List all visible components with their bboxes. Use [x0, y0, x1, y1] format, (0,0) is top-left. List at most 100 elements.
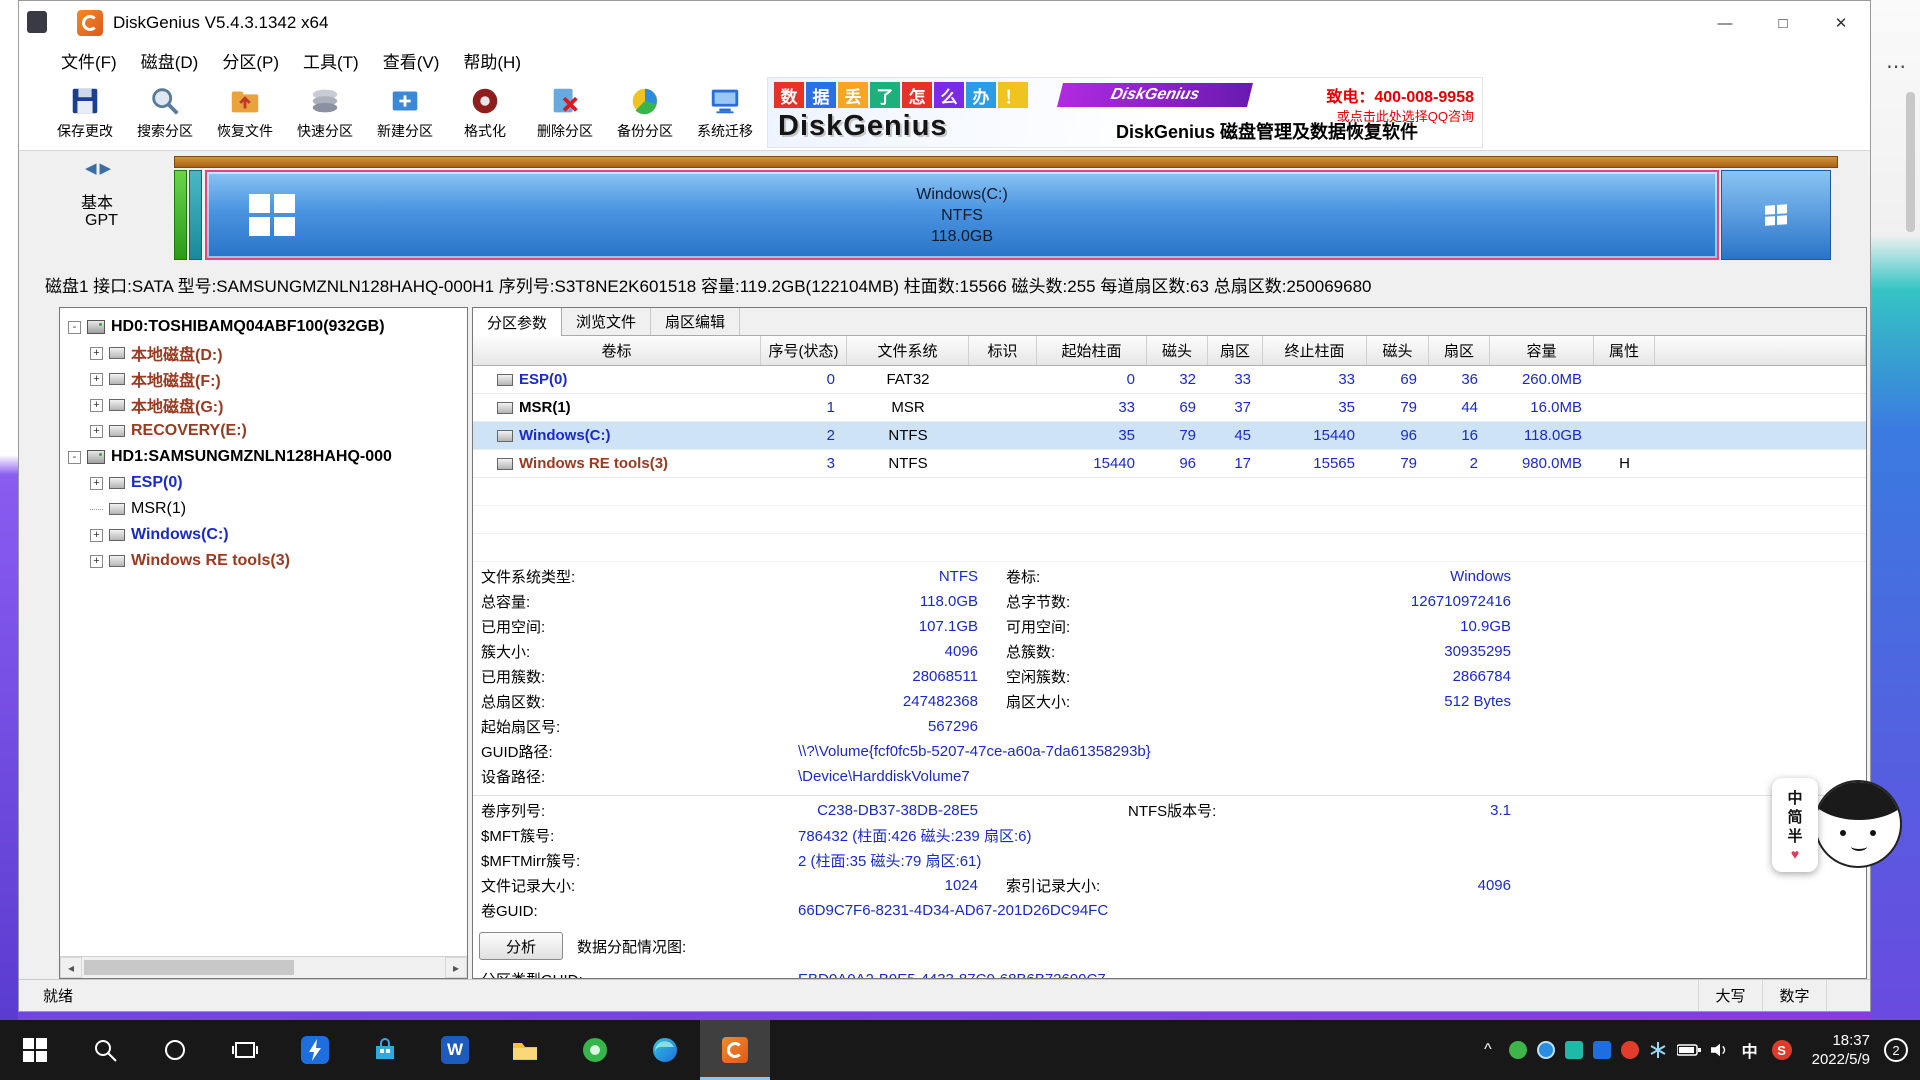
expand-icon[interactable]: +	[90, 399, 103, 412]
scroll-right-icon[interactable]: ▸	[445, 957, 467, 978]
backup-partition-button[interactable]: 备份分区	[605, 78, 685, 148]
tree-item-msr[interactable]: MSR(1)	[60, 496, 467, 522]
disk-map: ◀▶ 基本 GPT Windows(C:) NTFS 118.0GB	[19, 151, 1870, 268]
scrollbar-thumb[interactable]	[84, 960, 294, 975]
table-header: 卷标 序号(状态) 文件系统 标识 起始柱面 磁头 扇区 终止柱面 磁头 扇区 …	[473, 336, 1866, 366]
tree-item-local-g[interactable]: + 本地磁盘(G:)	[60, 392, 467, 418]
taskbar: W ^ 中 S 18:37 2022/5/9	[0, 1020, 1920, 1080]
tree-item-local-f[interactable]: + 本地磁盘(F:)	[60, 366, 467, 392]
expand-icon[interactable]: +	[90, 477, 103, 490]
collapse-icon[interactable]: -	[68, 451, 81, 464]
system-migration-button[interactable]: 系统迁移	[685, 78, 765, 148]
new-partition-button[interactable]: 新建分区	[365, 78, 445, 148]
ad-tiles: 数 据 丢 了 怎 么 办 ！	[774, 82, 1028, 108]
taskbar-app-store[interactable]	[350, 1020, 420, 1080]
start-button[interactable]	[0, 1020, 70, 1080]
tray-app-icon-s[interactable]: S	[1772, 1040, 1792, 1060]
delete-partition-button[interactable]: 删除分区	[525, 78, 605, 148]
tray-app-icon-blue[interactable]	[1537, 1041, 1555, 1059]
partition-icon	[109, 347, 125, 359]
taskbar-app-word[interactable]: W	[420, 1020, 490, 1080]
menu-help[interactable]: 帮助(H)	[451, 45, 533, 75]
disk-info-line: 磁盘1 接口:SATA 型号:SAMSUNGMZNLN128HAHQ-000H1…	[19, 268, 1870, 300]
scroll-left-icon[interactable]: ◂	[60, 957, 82, 978]
quick-partition-button[interactable]: 快速分区	[285, 78, 365, 148]
status-ready: 就绪	[43, 985, 73, 1006]
tree-item-hd0[interactable]: - HD0:TOSHIBAMQ04ABF100(932GB)	[60, 314, 467, 340]
more-options-icon[interactable]: ⋯	[1886, 54, 1906, 79]
tray-expand-icon[interactable]: ^	[1472, 1041, 1504, 1059]
tab-sector-edit[interactable]: 扇区编辑	[651, 308, 740, 335]
tree-item-windows-c[interactable]: + Windows(C:)	[60, 522, 467, 548]
expand-icon[interactable]: +	[90, 555, 103, 568]
menu-partition[interactable]: 分区(P)	[210, 45, 291, 75]
disk-nav-arrows[interactable]: ◀▶	[85, 159, 114, 177]
ime-indicator[interactable]: 中	[1742, 1038, 1758, 1062]
taskbar-app-thunder[interactable]	[280, 1020, 350, 1080]
tree-item-local-d[interactable]: + 本地磁盘(D:)	[60, 340, 467, 366]
maximize-button[interactable]: □	[1754, 1, 1812, 45]
tree-item-recovery-e[interactable]: + RECOVERY(E:)	[60, 418, 467, 444]
tab-browse-files[interactable]: 浏览文件	[562, 308, 651, 335]
menu-disk[interactable]: 磁盘(D)	[129, 45, 211, 75]
cortana-button[interactable]	[140, 1020, 210, 1080]
task-view-button[interactable]	[210, 1020, 280, 1080]
table-row-esp[interactable]: ESP(0) 0 FAT32 0 32 33 33 69 36 260.0MB	[473, 366, 1866, 394]
taskbar-clock[interactable]: 18:37 2022/5/9	[1812, 1031, 1870, 1069]
partition-icon	[109, 503, 125, 515]
segment-esp[interactable]	[174, 170, 187, 260]
taskbar-search-button[interactable]	[70, 1020, 140, 1080]
save-changes-button[interactable]: 保存更改	[45, 78, 125, 148]
time: 18:37	[1812, 1031, 1870, 1050]
analyze-button[interactable]: 分析	[479, 932, 563, 960]
prev-disk-icon[interactable]: ◀	[85, 160, 100, 177]
ad-tagline: DiskGenius 磁盘管理及数据恢复软件	[1116, 118, 1418, 144]
taskbar-app-explorer[interactable]	[490, 1020, 560, 1080]
taskbar-app-diskgenius[interactable]	[700, 1020, 770, 1080]
battery-icon[interactable]	[1677, 1041, 1701, 1059]
windows-logo-icon	[1765, 204, 1787, 226]
search-partition-button[interactable]: 搜索分区	[125, 78, 205, 148]
close-button[interactable]: ✕	[1812, 1, 1870, 45]
tree-horizontal-scrollbar[interactable]: ◂ ▸	[60, 956, 467, 978]
background-scrollbar[interactable]	[1906, 92, 1915, 232]
snowflake-icon[interactable]	[1649, 1041, 1667, 1059]
tray-app-icon-green[interactable]	[1509, 1041, 1527, 1059]
ad-banner[interactable]: 数 据 丢 了 怎 么 办 ！ DiskGenius DiskGenius 致电…	[767, 77, 1483, 148]
collapse-icon[interactable]: -	[68, 321, 81, 334]
segment-windows-c[interactable]: Windows(C:) NTFS 118.0GB	[205, 170, 1719, 260]
taskbar-app-green[interactable]	[560, 1020, 630, 1080]
menu-file[interactable]: 文件(F)	[49, 45, 129, 75]
table-row-msr[interactable]: MSR(1) 1 MSR 33 69 37 35 79 44 16.0MB	[473, 394, 1866, 422]
empty-row	[473, 506, 1866, 534]
table-row-windows-c[interactable]: Windows(C:) 2 NTFS 35 79 45 15440 96 16 …	[473, 422, 1866, 450]
volume-icon[interactable]	[1711, 1041, 1729, 1059]
disk-tree-panel: - HD0:TOSHIBAMQ04ABF100(932GB) + 本地磁盘(D:…	[59, 307, 468, 979]
segment-windows-re[interactable]	[1721, 170, 1831, 260]
ime-mascot-avatar[interactable]	[1814, 780, 1902, 868]
format-button[interactable]: 格式化	[445, 78, 525, 148]
taskbar-app-edge[interactable]	[630, 1020, 700, 1080]
next-disk-icon[interactable]: ▶	[100, 160, 115, 177]
minimize-button[interactable]: —	[1696, 1, 1754, 45]
table-row-windows-re[interactable]: Windows RE tools(3) 3 NTFS 15440 96 17 1…	[473, 450, 1866, 478]
expand-icon[interactable]: +	[90, 529, 103, 542]
tray-app-icon-teal[interactable]	[1565, 1041, 1583, 1059]
expand-icon[interactable]: +	[90, 347, 103, 360]
recover-files-button[interactable]: 恢复文件	[205, 78, 285, 148]
ime-status-widget[interactable]: 中 简 半 ♥	[1772, 778, 1818, 872]
segment-msr[interactable]	[189, 170, 202, 260]
tray-app-icon-qq[interactable]	[1593, 1041, 1611, 1059]
notification-badge[interactable]: 2	[1884, 1038, 1908, 1062]
tab-partition-params[interactable]: 分区参数	[473, 308, 562, 336]
cortana-icon	[161, 1036, 189, 1064]
expand-icon[interactable]: +	[90, 373, 103, 386]
tray-app-icon-red[interactable]	[1621, 1041, 1639, 1059]
tree-item-windows-re[interactable]: + Windows RE tools(3)	[60, 548, 467, 574]
expand-icon[interactable]: +	[90, 425, 103, 438]
tree-item-hd1[interactable]: - HD1:SAMSUNGMZNLN128HAHQ-000	[60, 444, 467, 470]
menu-tools[interactable]: 工具(T)	[291, 45, 371, 75]
menu-view[interactable]: 查看(V)	[371, 45, 452, 75]
heart-icon[interactable]: ♥	[1791, 846, 1799, 862]
tree-item-esp[interactable]: + ESP(0)	[60, 470, 467, 496]
